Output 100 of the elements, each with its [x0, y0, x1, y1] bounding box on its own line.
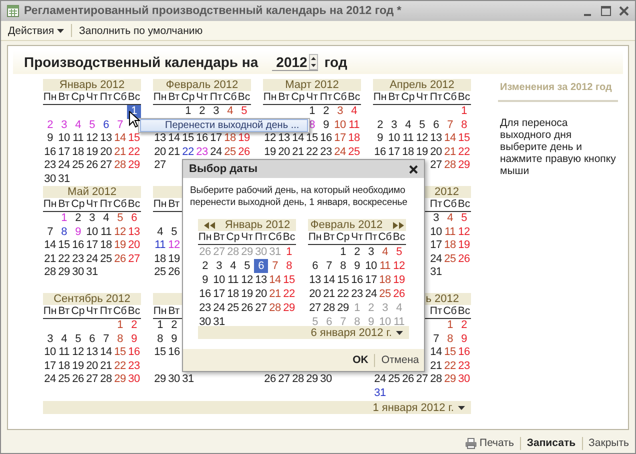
calendar-day[interactable]: 24 [373, 373, 387, 386]
calendar-day[interactable]: 6 [85, 332, 99, 346]
calendar-day[interactable]: 21 [167, 146, 181, 159]
calendar-day[interactable]: 6 [429, 118, 443, 132]
calendar-day[interactable]: 5 [85, 118, 99, 132]
calendar-day[interactable]: 27 [415, 373, 429, 386]
calendar-day[interactable]: 19 [457, 239, 471, 252]
calendar-day[interactable]: 6 [254, 259, 268, 273]
calendar-day[interactable]: 25 [226, 301, 240, 315]
calendar-day[interactable]: 22 [127, 146, 141, 159]
calendar-day[interactable]: 28 [429, 373, 443, 386]
calendar-day[interactable]: 18 [153, 252, 167, 266]
calendar-day[interactable]: 25 [378, 287, 392, 301]
calendar-day[interactable]: 19 [415, 146, 429, 159]
calendar-day[interactable]: 21 [429, 360, 443, 373]
calendar-day[interactable]: 13 [85, 346, 99, 360]
calendar-day[interactable]: 22 [336, 287, 350, 301]
calendar-day[interactable]: 25 [153, 266, 167, 280]
calendar-day[interactable]: 14 [429, 346, 443, 360]
calendar-day[interactable]: 29 [127, 159, 141, 172]
calendar-day[interactable]: 29 [113, 373, 127, 386]
calendar-day[interactable]: 29 [443, 373, 457, 386]
menu-button[interactable]: Действия [5, 24, 68, 36]
calendar-day[interactable]: 5 [237, 105, 251, 118]
calendar-day[interactable]: 21 [268, 287, 282, 301]
calendar-day[interactable]: 24 [43, 373, 57, 386]
calendar-day[interactable]: 21 [113, 146, 127, 159]
calendar-day[interactable]: 1 [181, 105, 195, 118]
calendar-day[interactable]: 14 [167, 132, 181, 146]
calendar-day[interactable]: 12 [167, 239, 181, 252]
calendar-day[interactable]: 5 [113, 212, 127, 226]
calendar-day[interactable]: 20 [429, 146, 443, 159]
cancel-button[interactable]: Отмена [379, 354, 421, 366]
footer-button[interactable]: Закрыть [586, 437, 631, 449]
calendar-day[interactable]: 15 [457, 132, 471, 146]
calendar-day[interactable]: 26 [263, 373, 277, 386]
calendar-day[interactable]: 17 [364, 273, 378, 287]
calendar-day[interactable]: 2 [71, 212, 85, 226]
calendar-day[interactable]: 10 [43, 346, 57, 360]
calendar-day[interactable]: 27 [308, 301, 322, 315]
calendar-day[interactable]: 19 [167, 252, 181, 266]
calendar-day[interactable]: 15 [443, 346, 457, 360]
calendar-day[interactable]: 4 [443, 212, 457, 226]
calendar-day[interactable]: 9 [43, 132, 57, 146]
calendar-day[interactable]: 8 [282, 259, 296, 273]
calendar-day[interactable]: 12 [85, 132, 99, 146]
calendar-day[interactable]: 17 [209, 132, 223, 146]
calendar-day[interactable]: 28 [99, 373, 113, 386]
calendar-day[interactable]: 23 [350, 287, 364, 301]
calendar-day[interactable]: 14 [113, 132, 127, 146]
calendar-day[interactable]: 20 [277, 146, 291, 159]
calendar-day[interactable]: 11 [71, 132, 85, 146]
calendar-day[interactable]: 17 [429, 239, 443, 252]
calendar-day[interactable]: 2 [373, 118, 387, 132]
calendar-day[interactable]: 25 [347, 146, 361, 159]
calendar-day[interactable]: 19 [113, 239, 127, 252]
spin-icon[interactable] [309, 54, 318, 70]
calendar-day[interactable]: 27 [99, 159, 113, 172]
calendar-day[interactable]: 3 [212, 259, 226, 273]
calendar-day[interactable]: 10 [333, 118, 347, 132]
calendar-day[interactable]: 1 [336, 245, 350, 259]
calendar-day[interactable]: 25 [387, 373, 401, 386]
calendar-day[interactable]: 25 [223, 146, 237, 159]
calendar-day[interactable]: 22 [113, 360, 127, 373]
calendar-day[interactable]: 7 [268, 259, 282, 273]
calendar-day[interactable]: 9 [373, 132, 387, 146]
calendar-day[interactable]: 14 [291, 132, 305, 146]
calendar-day[interactable]: 5 [457, 212, 471, 226]
calendar-day[interactable]: 12 [457, 226, 471, 239]
calendar-day[interactable]: 1 [57, 212, 71, 226]
calendar-day[interactable]: 29 [57, 266, 71, 280]
calendar-day[interactable]: 23 [71, 252, 85, 266]
calendar-day[interactable]: 20 [127, 239, 141, 252]
calendar-day[interactable]: 10 [57, 132, 71, 146]
calendar-day[interactable]: 6 [127, 212, 141, 226]
calendar-day[interactable]: 24 [333, 146, 347, 159]
calendar-day[interactable]: 20 [254, 287, 268, 301]
calendar-day[interactable]: 6 [308, 259, 322, 273]
calendar-day[interactable]: 9 [319, 118, 333, 132]
calendar-day[interactable]: 13 [254, 273, 268, 287]
calendar-day[interactable]: 7 [113, 118, 127, 132]
calendar-day[interactable]: 5 [392, 245, 406, 259]
calendar-day[interactable]: 22 [282, 287, 296, 301]
calendar-day[interactable]: 30 [127, 373, 141, 386]
calendar-day[interactable]: 28 [322, 301, 336, 315]
calendar-day[interactable]: 5 [167, 226, 181, 239]
calendar-day[interactable]: 22 [457, 146, 471, 159]
calendar-day[interactable]: 11 [57, 346, 71, 360]
calendar-day[interactable]: 26 [392, 287, 406, 301]
calendar-day[interactable]: 19 [240, 287, 254, 301]
calendar-day[interactable]: 1 [305, 105, 319, 118]
year-field[interactable]: 2012 [272, 54, 318, 70]
calendar-day[interactable]: 29 [282, 301, 296, 315]
calendar-day[interactable]: 1 [443, 319, 457, 332]
calendar-day[interactable]: 25 [443, 252, 457, 266]
calendar-day[interactable]: 17 [43, 360, 57, 373]
calendar-day[interactable]: 3 [209, 105, 223, 118]
calendar-day[interactable]: 7 [429, 332, 443, 346]
calendar-day[interactable]: 21 [99, 360, 113, 373]
calendar-day[interactable]: 4 [153, 226, 167, 239]
